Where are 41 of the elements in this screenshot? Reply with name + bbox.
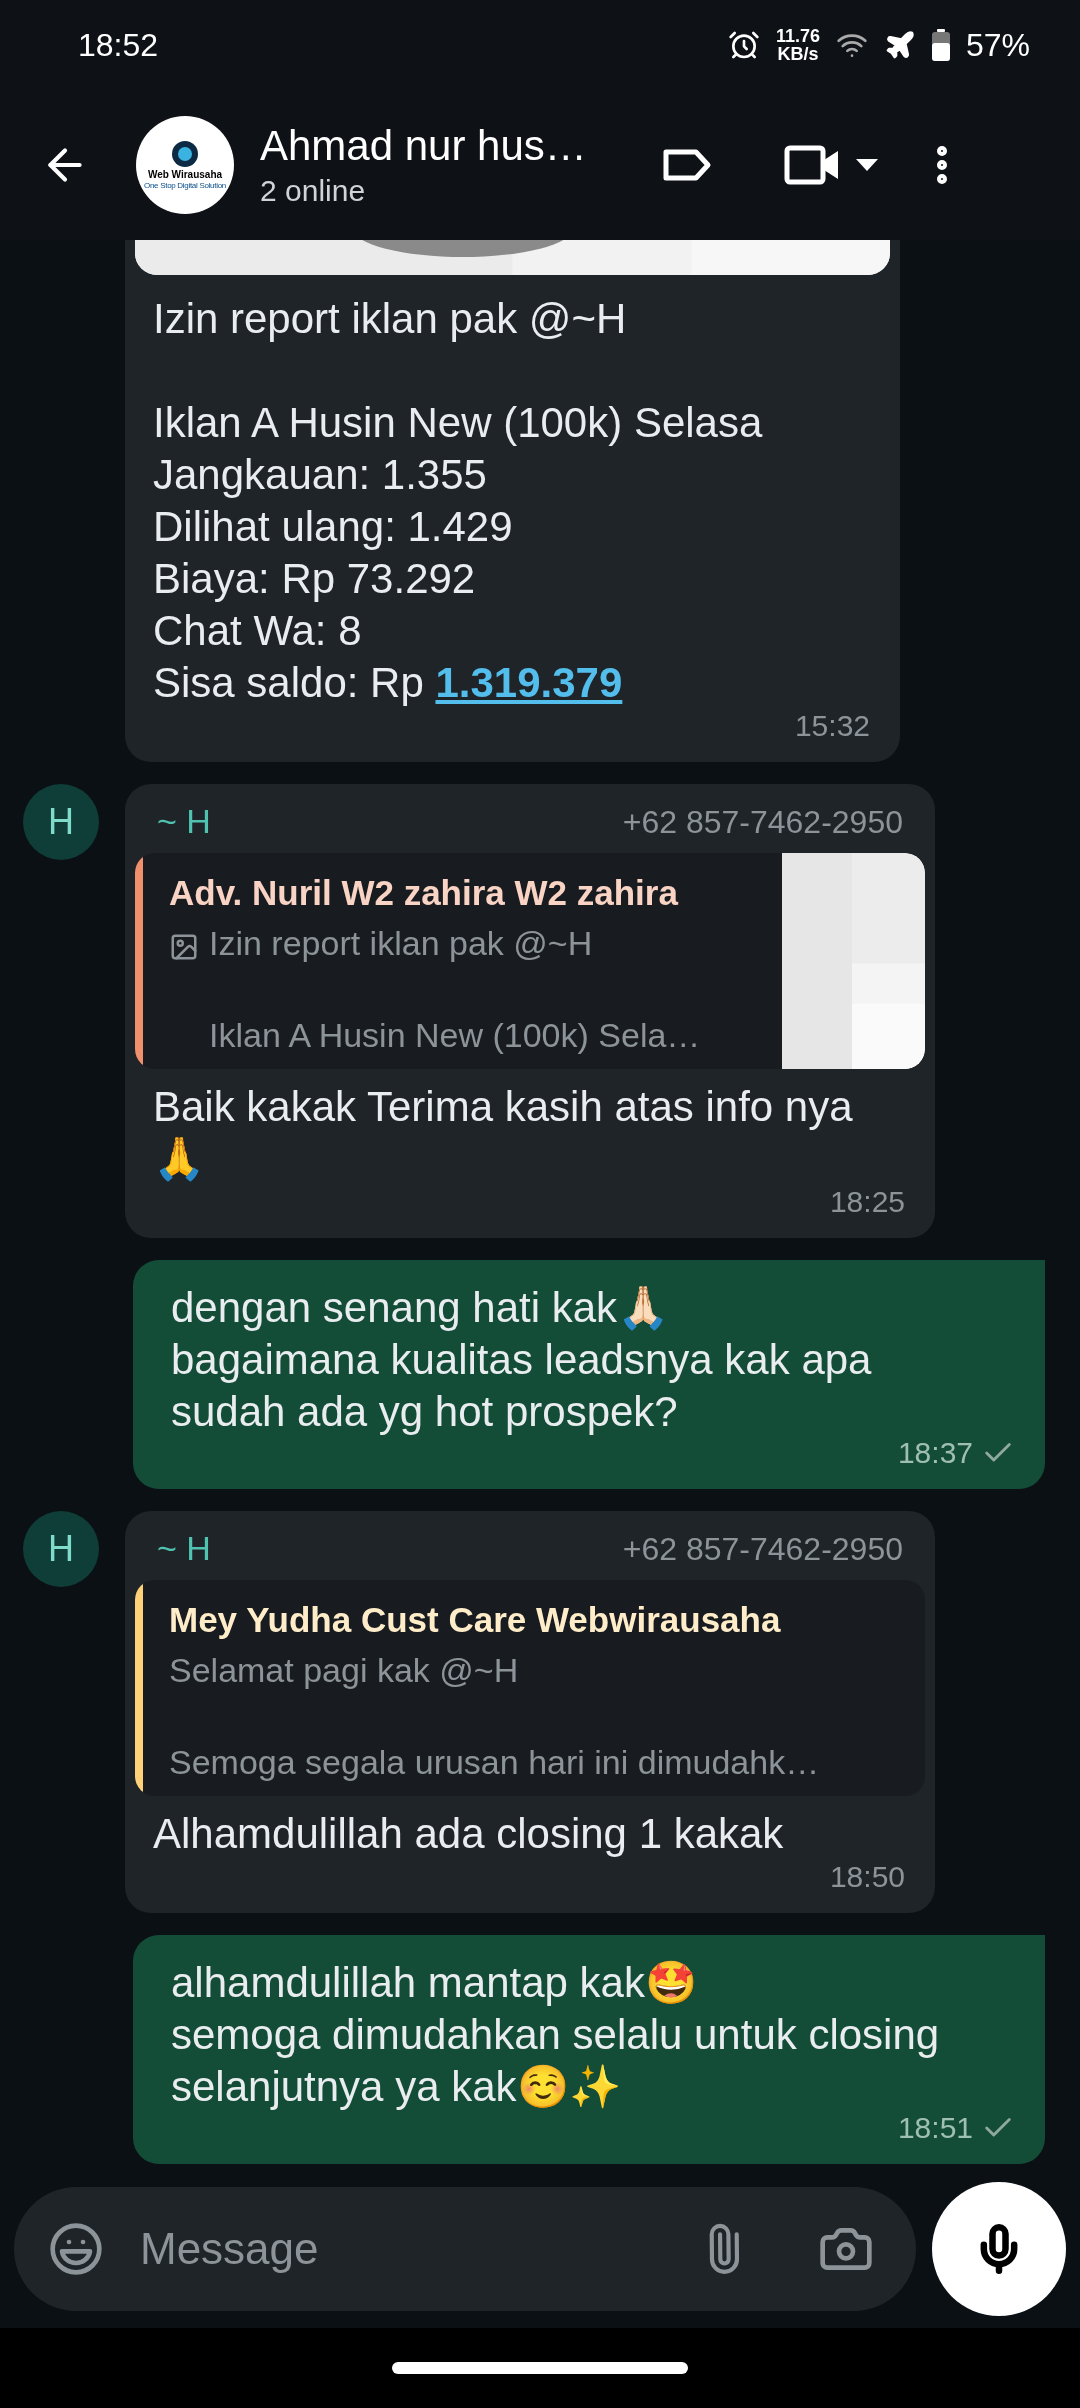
chat-title[interactable]: Ahmad nur hus… [260, 120, 640, 172]
clock-time: 18:52 [78, 26, 159, 65]
quote-author: Mey Yudha Cust Care Webwirausaha [169, 1599, 782, 1641]
quoted-message[interactable]: Mey Yudha Cust Care Webwirausaha Selamat pagi kak @~H Semoga segala urusan hari ini dimudahk… [135, 1580, 925, 1796]
network-speed: 11.76 [775, 27, 820, 45]
avatar[interactable]: H [23, 784, 99, 860]
quote-text: Izin report iklan pak @~H Iklan A Husin New (100k) Sela… [209, 922, 701, 1056]
sender-name[interactable]: ~ H [157, 1523, 211, 1574]
quoted-message[interactable]: Adv. Nuril W2 zahira W2 zahira Izin report iklan pak @~H Iklan A Husin New (100k) Sela… [135, 853, 925, 1069]
sender-phone: +62 857-7462-2950 [622, 1529, 903, 1569]
sender-phone: +62 857-7462-2950 [622, 802, 903, 842]
logo-title: Web Wirausaha [147, 168, 223, 181]
avatar[interactable]: H [23, 1511, 99, 1587]
video-call-icon[interactable] [784, 145, 840, 185]
label-icon[interactable] [662, 148, 712, 182]
quote-author: Adv. Nuril W2 zahira W2 zahira [169, 872, 680, 914]
message-text: Alhamdulillah ada closing 1 kakak [153, 1809, 784, 1859]
chat-subtitle: 2 online [260, 173, 367, 209]
quote-text: Selamat pagi kak @~H Semoga segala urusan hari ini dimudahk… [169, 1649, 820, 1783]
message-time: 15:32 [794, 708, 870, 744]
sender-name[interactable]: ~ H [157, 796, 211, 847]
dropdown-icon[interactable] [856, 159, 878, 171]
message-time: 18:51 [897, 2110, 973, 2146]
message-placeholder: Message [140, 2223, 320, 2275]
battery-icon [931, 29, 950, 61]
logo-tagline: One Stop Digital Solution [144, 180, 226, 190]
network-unit: KB/s [777, 45, 819, 63]
message-text: Baik kakak Terima kasih atas info nya 🙏 [153, 1082, 853, 1184]
message-time: 18:37 [897, 1435, 973, 1471]
message-time: 18:25 [829, 1184, 905, 1220]
message-text: alhamdulillah mantap kak🤩 semoga dimudahkan selalu untuk closing selanjutnya ya kak☺✨ [171, 1958, 941, 2112]
alarm-icon [727, 29, 760, 61]
message-text: dengan senang hati kak🙏🏻 bagaimana kualitas leadsnya kak apa sudah ada yg hot prospek? [171, 1283, 873, 1437]
battery-percent: 57% [965, 26, 1030, 65]
logo-icon [172, 140, 198, 167]
group-avatar[interactable]: Web Wirausaha One Stop Digital Solution [136, 116, 234, 214]
sticker-icon[interactable] [48, 2221, 104, 2277]
message-input[interactable]: Message [14, 2187, 916, 2311]
message-text: Izin report iklan pak @~H Iklan A Husin New (100k) Selasa Jangkauan: 1.355 Dilihat ulang: 1.429 Biaya: Rp 73.292 Chat Wa: 8 Sisa saldo: Rp 1.319.379 [153, 294, 763, 708]
link[interactable]: 1.319.379 [435, 659, 623, 706]
message-time: 18:50 [829, 1859, 905, 1895]
